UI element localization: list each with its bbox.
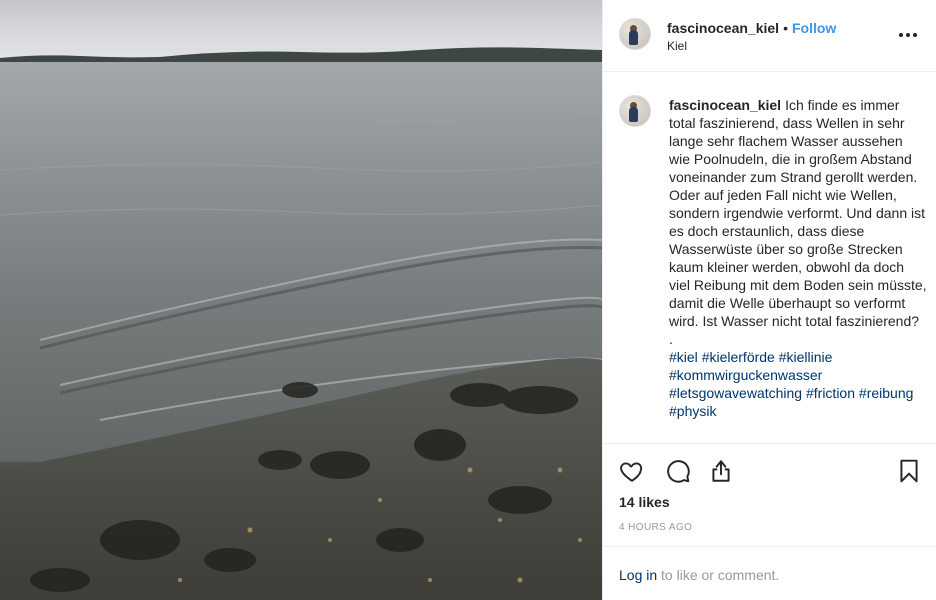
- post-photo: [0, 0, 602, 600]
- login-link[interactable]: Log in: [619, 567, 657, 583]
- hashtag-link[interactable]: #kiellinie: [779, 349, 833, 365]
- location-link[interactable]: Kiel: [667, 39, 897, 53]
- hashtag-link[interactable]: #letsgowavewatching: [669, 385, 802, 401]
- comment-icon[interactable]: [665, 458, 691, 484]
- sea-shore-image: [0, 0, 602, 600]
- share-icon[interactable]: [708, 458, 734, 484]
- caption-username-link[interactable]: fascinocean_kiel: [669, 97, 781, 113]
- likes-count[interactable]: 14 likes: [619, 494, 670, 510]
- caption-avatar[interactable]: [619, 95, 651, 127]
- login-suffix: to like or comment.: [657, 567, 780, 583]
- heart-icon[interactable]: [619, 458, 645, 484]
- follow-button[interactable]: Follow: [792, 20, 836, 36]
- caption-text: Ich finde es immer total faszinierend, d…: [669, 97, 927, 329]
- hashtag-list: #kiel #kielerförde #kiellinie #kommwirgu…: [669, 349, 913, 419]
- post-header: fascinocean_kiel • Follow Kiel: [603, 0, 936, 72]
- username-link[interactable]: fascinocean_kiel: [667, 20, 779, 36]
- comments-section: fascinocean_kiel Ich finde es immer total…: [603, 73, 936, 443]
- post-actions: 14 likes 4 HOURS AGO Log in to like or c…: [603, 443, 936, 600]
- login-prompt: Log in to like or comment.: [603, 546, 936, 600]
- bookmark-icon[interactable]: [896, 458, 922, 484]
- hashtag-link[interactable]: #kiel: [669, 349, 698, 365]
- hashtag-link[interactable]: #kommwirguckenwasser: [669, 367, 822, 383]
- hashtag-link[interactable]: #kielerförde: [702, 349, 775, 365]
- post-timestamp[interactable]: 4 HOURS AGO: [619, 522, 692, 533]
- hashtag-link[interactable]: #reibung: [859, 385, 914, 401]
- header-text: fascinocean_kiel • Follow Kiel: [667, 20, 897, 53]
- hashtag-link[interactable]: #physik: [669, 403, 716, 419]
- post-side-panel: fascinocean_kiel • Follow Kiel fascinocean…: [602, 0, 936, 600]
- more-options-icon[interactable]: [896, 25, 920, 45]
- header-user-line: fascinocean_kiel • Follow: [667, 20, 897, 36]
- avatar[interactable]: [619, 18, 651, 50]
- caption-dot: .: [669, 331, 673, 347]
- hashtag-link[interactable]: #friction: [806, 385, 855, 401]
- post-caption: fascinocean_kiel Ich finde es immer total…: [669, 96, 927, 420]
- separator-dot: •: [783, 20, 788, 36]
